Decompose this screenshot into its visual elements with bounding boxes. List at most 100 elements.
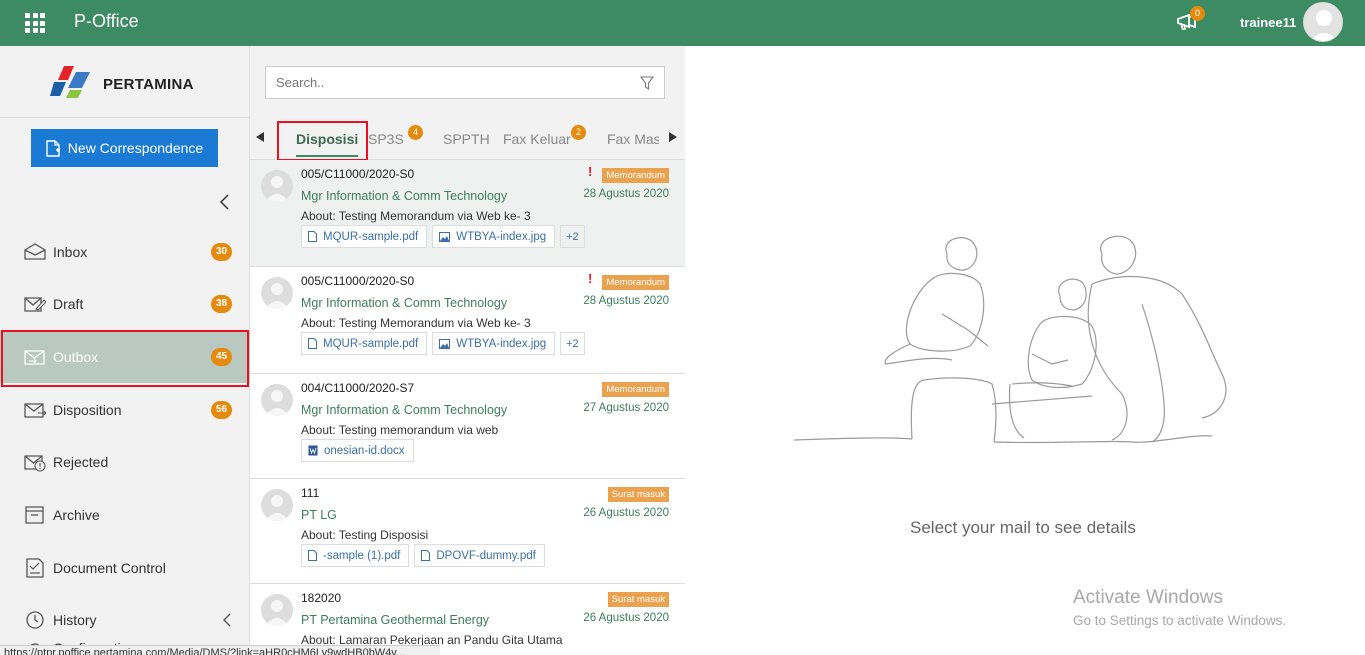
rejected-icon <box>24 455 46 472</box>
sidebar-item-label: Draft <box>53 296 84 312</box>
tab-fax-keluar[interactable]: Fax Keluar <box>503 118 571 159</box>
search-area <box>250 46 685 118</box>
mail-number: 004/C11000/2020-S7 <box>301 381 415 395</box>
inbox-count-badge: 30 <box>211 243 232 261</box>
sender-avatar <box>261 594 293 626</box>
app-title: P-Office <box>74 11 139 31</box>
mail-subject: About: Testing Disposisi <box>301 528 429 542</box>
mail-type-tag: Memorandum <box>602 168 669 183</box>
mail-sender: PT LG <box>301 508 337 522</box>
mail-sender: PT Pertamina Geothermal Energy <box>301 613 490 627</box>
pdf-file-icon <box>308 231 317 242</box>
mail-date: 28 Agustus 2020 <box>583 188 669 200</box>
mail-type-tag: Surat masuk <box>607 487 669 502</box>
new-document-icon <box>46 139 60 157</box>
sidebar-item-archive[interactable]: Archive <box>0 489 250 541</box>
attachment-chip[interactable]: WTBYA-index.jpg <box>432 225 556 248</box>
list-item[interactable]: 004/C11000/2020-S7 Mgr Information & Com… <box>250 374 685 479</box>
windows-activation-title: Activate Windows <box>1073 587 1223 608</box>
mail-number: 111 <box>301 486 320 500</box>
username[interactable]: trainee11 <box>1240 15 1296 30</box>
team-line-art-illustration <box>793 235 1227 444</box>
outbox-count-badge: 45 <box>211 348 232 366</box>
windows-activation-subtitle: Go to Settings to activate Windows. <box>1073 613 1287 628</box>
sender-avatar <box>261 170 293 202</box>
sidebar-item-outbox[interactable]: Outbox 45 <box>0 331 250 383</box>
attachment-name: -sample (1).pdf <box>323 549 401 562</box>
word-file-icon <box>308 445 318 456</box>
search-input[interactable] <box>266 67 626 98</box>
mail-detail-panel: Select your mail to see details Activate… <box>685 46 1365 655</box>
mail-number: 005/C11000/2020-S0 <box>301 274 415 288</box>
sender-avatar <box>261 384 293 416</box>
history-icon <box>26 611 44 629</box>
sidebar-item-draft[interactable]: Draft 38 <box>0 278 250 330</box>
notification-badge: 0 <box>1190 6 1205 21</box>
outbox-icon <box>24 350 45 365</box>
attachment-chip[interactable]: -sample (1).pdf <box>301 544 410 567</box>
more-attachments-button[interactable]: +2 <box>560 332 585 355</box>
sidebar-item-inbox[interactable]: Inbox 30 <box>0 226 250 278</box>
tab-scroll-right-icon[interactable] <box>669 132 677 142</box>
list-item[interactable]: 005/C11000/2020-S0 Mgr Information & Com… <box>250 267 685 374</box>
draft-icon <box>24 297 46 312</box>
attachment-chip[interactable]: onesian-id.docx <box>301 439 414 462</box>
top-bar: P-Office 0 trainee11 <box>0 0 1365 46</box>
document-control-icon <box>26 558 44 578</box>
sidebar-item-label: Outbox <box>53 349 99 365</box>
mail-list: 005/C11000/2020-S0 Mgr Information & Com… <box>250 160 685 655</box>
attachment-name: MQUR-sample.pdf <box>323 337 419 350</box>
mail-subject: About: Testing Memorandum via Web ke- 3 <box>301 316 531 330</box>
browser-status-bar: https://ptpr.poffice.pertamina.com/Media… <box>0 645 440 655</box>
mail-type-tag: Memorandum <box>602 275 669 290</box>
pertamina-logo-icon <box>50 66 90 98</box>
pdf-file-icon <box>308 338 317 349</box>
sidebar-item-document-control[interactable]: Document Control <box>0 542 250 594</box>
tab-fax-masuk[interactable]: Fax Masuk <box>607 118 659 159</box>
attachment-chip[interactable]: MQUR-sample.pdf <box>301 225 428 248</box>
list-item[interactable]: 005/C11000/2020-S0 Mgr Information & Com… <box>250 160 685 267</box>
more-attachments-button[interactable]: +2 <box>560 225 585 248</box>
disposition-count-badge: 56 <box>211 401 232 419</box>
new-correspondence-button[interactable]: New Correspondence <box>31 129 218 167</box>
attachment-name: WTBYA-index.jpg <box>456 337 547 350</box>
mail-subject: About: Testing Memorandum via Web ke- 3 <box>301 209 531 223</box>
archive-icon <box>25 506 44 524</box>
history-chevron-icon[interactable] <box>222 613 232 627</box>
attachment-row: MQUR-sample.pdf WTBYA-index.jpg +2 <box>301 332 585 355</box>
sidebar-item-label: Rejected <box>53 454 109 470</box>
sidebar-item-disposition[interactable]: Disposition 56 <box>0 384 250 436</box>
attachment-row: MQUR-sample.pdf WTBYA-index.jpg +2 <box>301 225 585 248</box>
tab-disposisi[interactable]: Disposisi <box>296 118 359 159</box>
mail-number: 005/C11000/2020-S0 <box>301 167 415 181</box>
collapse-sidebar-chevron-icon[interactable] <box>218 193 232 211</box>
search-box[interactable] <box>265 66 665 99</box>
attachment-chip[interactable]: WTBYA-index.jpg <box>432 332 556 355</box>
sidebar: PERTAMINA New Correspondence Inbox 30 Dr… <box>0 46 250 655</box>
attachment-chip[interactable]: MQUR-sample.pdf <box>301 332 428 355</box>
tab-sp3s[interactable]: SP3S <box>368 118 404 159</box>
draft-count-badge: 38 <box>211 295 232 313</box>
app-grid-icon[interactable] <box>25 13 45 33</box>
mail-type-tag: Surat masuk <box>607 592 669 607</box>
mail-type-tag: Memorandum <box>602 382 669 397</box>
filter-icon[interactable] <box>640 76 654 90</box>
empty-state-message: Select your mail to see details <box>910 518 1136 537</box>
user-avatar[interactable] <box>1303 2 1343 42</box>
image-file-icon <box>439 338 451 349</box>
mail-sender: Mgr Information & Comm Technology <box>301 189 508 203</box>
list-item[interactable]: 111 PT LG About: Testing Disposisi Surat… <box>250 479 685 584</box>
attachment-name: onesian-id.docx <box>324 444 405 457</box>
fax-keluar-count-badge: 2 <box>571 125 586 140</box>
mail-sender: Mgr Information & Comm Technology <box>301 296 508 310</box>
attachment-row: -sample (1).pdf DPOVF-dummy.pdf <box>301 544 550 567</box>
category-tabs: Disposisi SP3S 4 SPPTH Fax Keluar 2 Fax … <box>250 118 685 160</box>
logo-area: PERTAMINA <box>0 46 250 118</box>
attachment-chip[interactable]: DPOVF-dummy.pdf <box>414 544 545 567</box>
attachment-name: DPOVF-dummy.pdf <box>436 549 536 562</box>
tab-scroll-left-icon[interactable] <box>256 132 264 142</box>
sidebar-item-rejected[interactable]: Rejected <box>0 436 250 488</box>
sidebar-item-label: Disposition <box>53 402 122 418</box>
tab-sppth[interactable]: SPPTH <box>443 118 490 159</box>
disposition-icon <box>24 403 46 418</box>
